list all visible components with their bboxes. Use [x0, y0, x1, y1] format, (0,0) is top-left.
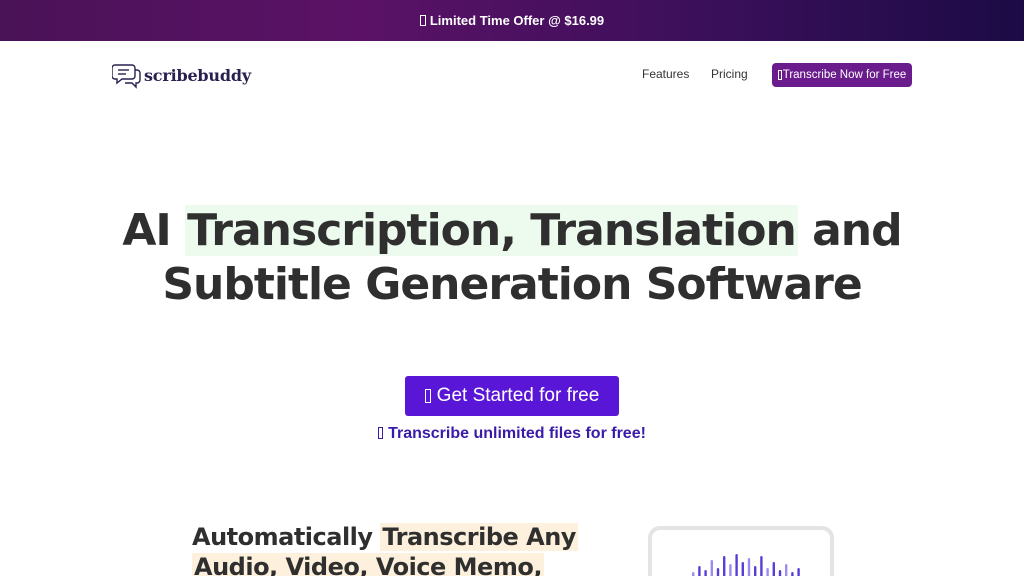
logo[interactable]: scribebuddy [111, 61, 251, 89]
promo-text: Limited Time Offer @ $16.99 [429, 13, 605, 28]
waveform-icon [692, 554, 800, 576]
chat-bubbles-icon [111, 61, 142, 89]
hero-title-highlight: Transcription, Translation [185, 205, 798, 256]
waveform-bar [698, 566, 701, 576]
brand-name: scribebuddy [144, 65, 251, 85]
waveform-bar [710, 560, 713, 576]
waveform-bar [692, 572, 695, 576]
waveform-bar [716, 568, 720, 576]
hero-title-line2: Subtitle Generation Software [162, 259, 862, 310]
promo-banner[interactable]: Limited Time Offer @ $16.99 [0, 0, 1024, 41]
unlimited-files-text: Transcribe unlimited files for free! [388, 425, 646, 442]
waveform-bar [741, 562, 744, 576]
get-started-label: Get Started for free [436, 385, 600, 406]
get-started-glyph-icon [424, 389, 431, 403]
waveform-bar [766, 568, 769, 576]
waveform-bar [797, 568, 800, 576]
nav-link-features[interactable]: Features [642, 67, 689, 81]
waveform-bar [735, 554, 738, 576]
waveform-bar [778, 570, 782, 576]
nav-cta-glyph-icon [777, 70, 782, 80]
waveform-bar [723, 556, 726, 576]
unlimited-files-note: Transcribe unlimited files for free! [0, 425, 1024, 443]
waveform-bar [785, 564, 788, 576]
hero-title-pre: AI [122, 205, 186, 256]
transcribe-now-label: Transcribe Now for Free [782, 69, 907, 81]
hero-title: AI Transcription, Translation and Subtit… [0, 204, 1024, 312]
waveform-bar [747, 558, 751, 576]
section-title-pre: Automatically [192, 523, 381, 551]
waveform-bar [791, 572, 794, 576]
section-title-highlight: Transcribe Any [380, 523, 578, 551]
nav-link-pricing[interactable]: Pricing [711, 67, 748, 81]
unlimited-glyph-icon [378, 427, 384, 439]
section-title: Automatically Transcribe Any Audio, Vide… [192, 522, 592, 576]
navbar: scribebuddy Features Pricing Transcribe … [0, 41, 1024, 108]
transcribe-now-button[interactable]: Transcribe Now for Free [772, 63, 912, 87]
hero-title-post: and [797, 205, 903, 256]
promo-glyph-icon [419, 15, 426, 26]
waveform-bar [729, 564, 732, 576]
waveform-bar [704, 570, 707, 576]
transcription-preview-card [648, 526, 834, 576]
waveform-bar [754, 566, 757, 576]
get-started-button[interactable]: Get Started for free [405, 376, 619, 416]
waveform-bar [760, 556, 763, 576]
waveform-bar [772, 562, 775, 576]
section-title-line2: Audio, Video, Voice Memo, [192, 553, 544, 576]
